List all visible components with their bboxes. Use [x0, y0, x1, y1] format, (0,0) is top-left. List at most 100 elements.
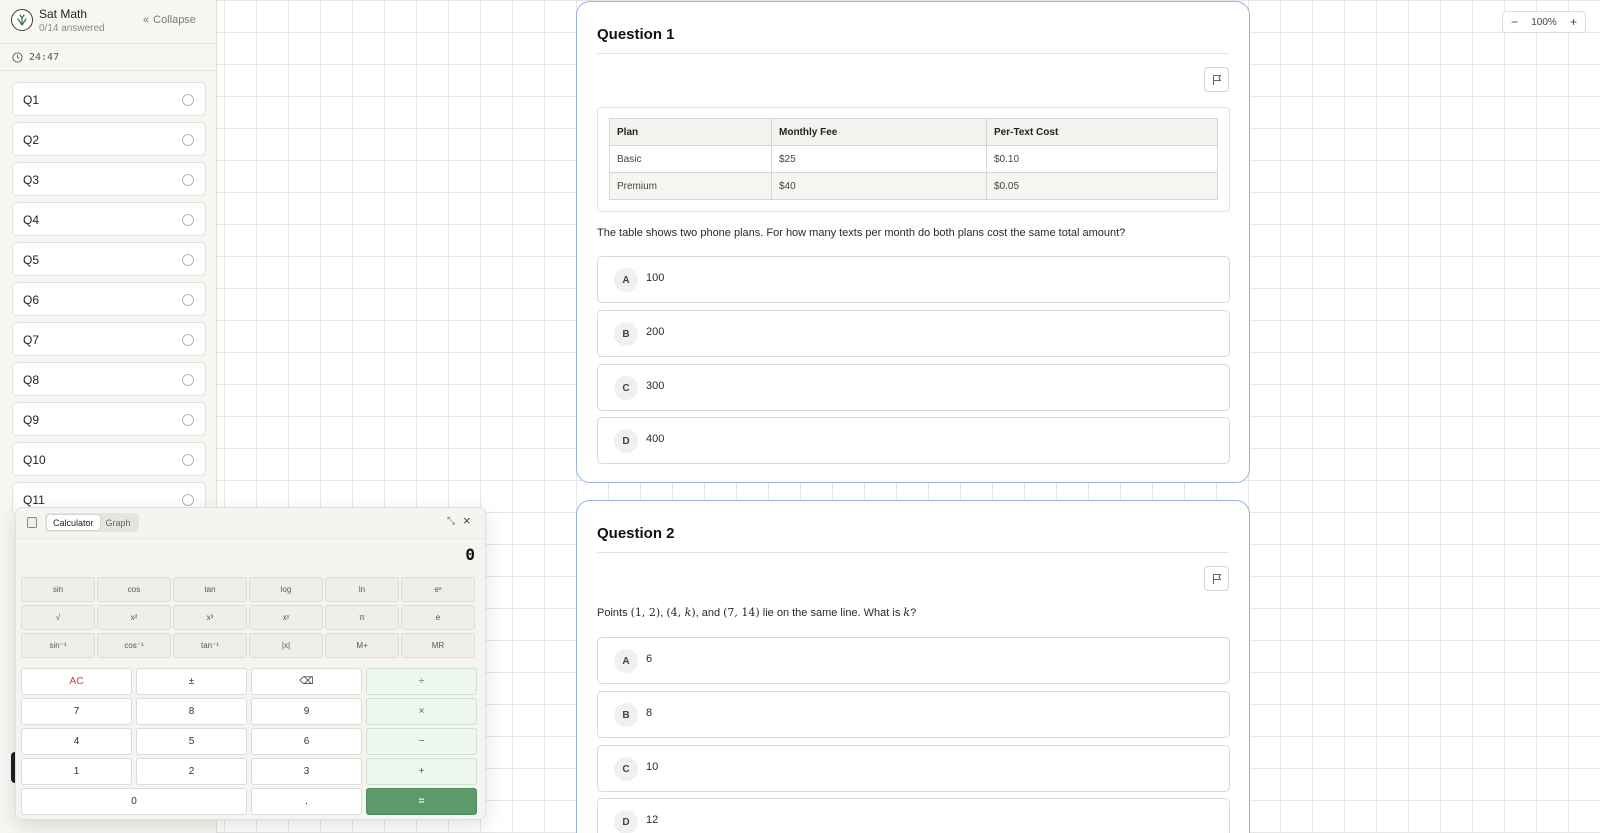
sidebar-item-label: Q2 — [23, 133, 40, 147]
question-card-2: Question 2 Points (1, 2), (4, k), and (7… — [576, 500, 1250, 833]
clear-button[interactable]: AC — [21, 668, 132, 695]
zoom-out-button[interactable]: − — [1511, 15, 1518, 29]
zoom-level: 100% — [1531, 16, 1557, 28]
ln-button[interactable]: ln — [325, 577, 399, 602]
table-cell: $0.05 — [986, 172, 1218, 200]
unanswered-indicator — [182, 294, 194, 306]
choice-c[interactable]: C 300 — [597, 364, 1230, 411]
calculator-tabs: Calculator Graph — [45, 513, 139, 532]
question-prompt: Points (1, 2), (4, k), and (7, 14) lie o… — [597, 606, 916, 619]
sidebar-item-q1[interactable]: Q1 — [12, 82, 206, 116]
sidebar-item-q8[interactable]: Q8 — [12, 362, 206, 396]
choice-c[interactable]: C 10 — [597, 745, 1230, 792]
digit-1-button[interactable]: 1 — [21, 758, 132, 785]
multiply-button[interactable]: × — [366, 698, 477, 725]
zoom-control: − 100% + — [1502, 11, 1586, 33]
power-button[interactable]: xʸ — [249, 605, 323, 630]
table-row: Basic $25 $0.10 — [609, 145, 1218, 173]
digit-4-button[interactable]: 4 — [21, 728, 132, 755]
digit-2-button[interactable]: 2 — [136, 758, 247, 785]
choice-letter: A — [614, 268, 638, 292]
choice-text: 10 — [646, 761, 659, 773]
divide-button[interactable]: ÷ — [366, 668, 477, 695]
sidebar-item-q2[interactable]: Q2 — [12, 122, 206, 156]
sidebar-item-q7[interactable]: Q7 — [12, 322, 206, 356]
sidebar-item-q4[interactable]: Q4 — [12, 202, 206, 236]
choice-a[interactable]: A 6 — [597, 637, 1230, 684]
choice-d[interactable]: D 400 — [597, 417, 1230, 464]
memory-add-button[interactable]: M+ — [325, 633, 399, 658]
digit-9-button[interactable]: 9 — [251, 698, 362, 725]
decimal-button[interactable]: . — [251, 788, 362, 815]
divider — [597, 552, 1229, 553]
collapse-button[interactable]: « Collapse — [143, 14, 196, 26]
digit-0-button[interactable]: 0 — [21, 788, 247, 815]
e-button[interactable]: e — [401, 605, 475, 630]
clock-icon — [12, 51, 23, 63]
zoom-in-button[interactable]: + — [1570, 15, 1577, 29]
choice-b[interactable]: B 200 — [597, 310, 1230, 357]
close-icon[interactable]: × — [463, 513, 471, 528]
sidebar-item-q5[interactable]: Q5 — [12, 242, 206, 276]
sqrt-button[interactable]: √ — [21, 605, 95, 630]
digit-3-button[interactable]: 3 — [251, 758, 362, 785]
sidebar-item-label: Q3 — [23, 173, 40, 187]
point-2-open: (4, — [666, 606, 685, 619]
tan-button[interactable]: tan — [173, 577, 247, 602]
sidebar-item-q10[interactable]: Q10 — [12, 442, 206, 476]
table-cell: $25 — [771, 145, 987, 173]
exp-button[interactable]: eˣ — [401, 577, 475, 602]
pi-button[interactable]: π — [325, 605, 399, 630]
arctan-button[interactable]: tan⁻¹ — [173, 633, 247, 658]
double-chevron-left-icon: « — [143, 14, 150, 26]
sin-button[interactable]: sin — [21, 577, 95, 602]
sidebar-item-label: Q4 — [23, 213, 40, 227]
memory-recall-button[interactable]: MR — [401, 633, 475, 658]
backspace-button[interactable]: ⌫ — [251, 668, 362, 695]
unanswered-indicator — [182, 374, 194, 386]
digit-8-button[interactable]: 8 — [136, 698, 247, 725]
choice-b[interactable]: B 8 — [597, 691, 1230, 738]
square-button[interactable]: x² — [97, 605, 171, 630]
choice-letter: D — [614, 429, 638, 453]
unanswered-indicator — [182, 254, 194, 266]
question-title: Question 2 — [597, 525, 675, 542]
sidebar-item-label: Q6 — [23, 293, 40, 307]
unanswered-indicator — [182, 334, 194, 346]
unanswered-indicator — [182, 94, 194, 106]
log-button[interactable]: log — [249, 577, 323, 602]
cos-button[interactable]: cos — [97, 577, 171, 602]
add-button[interactable]: + — [366, 758, 477, 785]
minimize-icon[interactable]: ⤡ — [447, 516, 455, 527]
digit-6-button[interactable]: 6 — [251, 728, 362, 755]
sidebar-item-q3[interactable]: Q3 — [12, 162, 206, 196]
phone-plans-table: Plan Monthly Fee Per-Text Cost Basic $25… — [609, 118, 1218, 200]
question-prompt: The table shows two phone plans. For how… — [597, 227, 1126, 239]
tab-graph[interactable]: Graph — [100, 515, 137, 530]
equals-button[interactable]: = — [366, 788, 477, 815]
point-1: (1, 2) — [630, 606, 661, 619]
digit-7-button[interactable]: 7 — [21, 698, 132, 725]
prompt-text: Points — [597, 607, 631, 619]
flag-button[interactable] — [1204, 566, 1229, 591]
sidebar-item-q9[interactable]: Q9 — [12, 402, 206, 436]
tab-calculator[interactable]: Calculator — [47, 515, 100, 530]
choice-a[interactable]: A 100 — [597, 256, 1230, 303]
arccos-button[interactable]: cos⁻¹ — [97, 633, 171, 658]
numeric-keypad: AC ± ⌫ ÷ 7 8 9 × 4 5 6− 1 2 3 +0. = — [21, 668, 481, 815]
unanswered-indicator — [182, 494, 194, 506]
arcsin-button[interactable]: sin⁻¹ — [21, 633, 95, 658]
flag-button[interactable] — [1204, 67, 1229, 92]
sidebar-item-label: Q1 — [23, 93, 40, 107]
table-row: Premium $40 $0.05 — [609, 172, 1218, 200]
digit-5-button[interactable]: 5 — [136, 728, 247, 755]
calculator-panel: Calculator Graph ⤡ × 0 sin cos tan log ln eˣ √… — [15, 507, 486, 820]
choice-letter: B — [614, 322, 638, 346]
cube-button[interactable]: x³ — [173, 605, 247, 630]
sidebar-header: Sat Math 0/14 answered « Collapse — [0, 0, 216, 44]
sidebar-item-q6[interactable]: Q6 — [12, 282, 206, 316]
sign-toggle-button[interactable]: ± — [136, 668, 247, 695]
choice-d[interactable]: D 12 — [597, 798, 1230, 833]
subtract-button[interactable]: − — [366, 728, 477, 755]
abs-button[interactable]: |x| — [249, 633, 323, 658]
